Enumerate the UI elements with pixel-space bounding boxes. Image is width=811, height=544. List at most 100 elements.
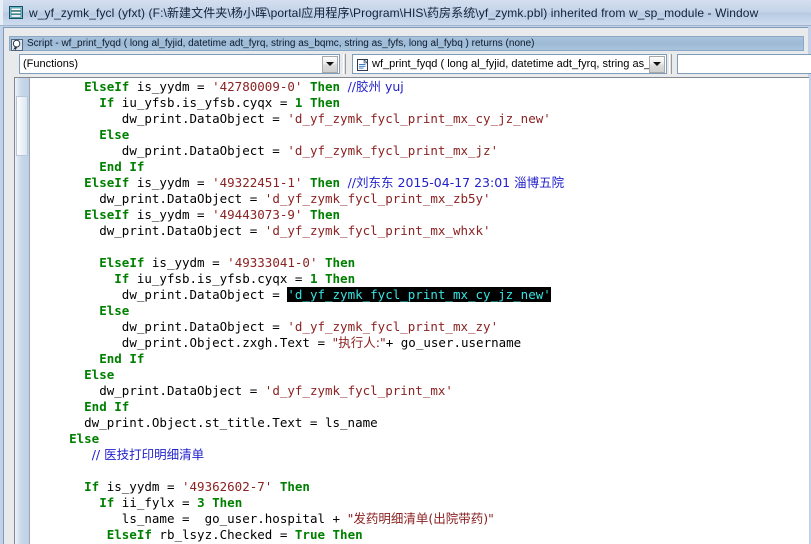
code-token: is_yydm =	[136, 207, 213, 222]
code-token: dw_print.Object.zxgh.Text =	[121, 335, 333, 350]
code-token: Then	[309, 207, 341, 222]
code-token: '49333041-0'	[227, 255, 318, 270]
code-line: ElseIf is_yydm = '49443073-9' Then	[31, 207, 809, 223]
code-line: dw_print.DataObject = 'd_yf_zymk_fycl_pr…	[31, 223, 809, 239]
extra-select[interactable]	[677, 54, 811, 74]
window-title: w_yf_zymk_fycl (yfxt) (F:\新建文件夹\杨小晖\port…	[29, 6, 759, 20]
function-select-value: wf_print_fyqd ( long al_fyjid, datetime …	[372, 58, 649, 70]
code-token: Else	[99, 303, 130, 318]
code-token: Then	[309, 175, 341, 190]
code-token: ls_name = go_user.hospital +	[121, 511, 348, 526]
code-vertical-scrollbar[interactable]	[15, 78, 30, 544]
code-token: 'd_yf_zymk_fycl_print_mx_whxk'	[264, 223, 491, 238]
window-titlebar: w_yf_zymk_fycl (yfxt) (F:\新建文件夹\杨小晖\port…	[0, 0, 811, 26]
code-editor[interactable]: ElseIf is_yydm = '42780009-0' Then //胶州 …	[14, 77, 809, 544]
code-token: '49322451-1'	[212, 175, 303, 190]
code-token: dw_print.DataObject =	[121, 319, 288, 334]
object-select-value: (Functions)	[23, 58, 79, 70]
toolbar-divider-1	[343, 54, 346, 74]
code-token: If	[84, 479, 107, 494]
code-token: ElseIf	[99, 255, 152, 270]
code-surface[interactable]: ElseIf is_yydm = '42780009-0' Then //胶州 …	[31, 78, 809, 544]
code-line: If ii_fylx = 3 Then	[31, 495, 809, 511]
code-token: "发药明细清单(出院带药)"	[347, 511, 494, 526]
code-token: Then	[309, 79, 341, 94]
code-token: iu_yfsb.is_yfsb.cyqx =	[136, 271, 310, 286]
code-line: // 医技打印明细清单	[31, 447, 809, 463]
code-token: 'd_yf_zymk_fycl_print_mx_cy_jz_new'	[287, 111, 551, 126]
code-token: End If	[99, 351, 145, 366]
code-token: If	[99, 495, 122, 510]
code-token: is_yydm =	[151, 255, 228, 270]
code-line: If iu_yfsb.is_yfsb.cyqx = 1 Then	[31, 95, 809, 111]
code-token: 'd_yf_zymk_fycl_print_mx'	[264, 383, 453, 398]
code-token: 'd_yf_zymk_fycl_print_mx_zy'	[287, 319, 499, 334]
code-token: Then	[279, 479, 310, 494]
code-line: ElseIf is_yydm = '49333041-0' Then	[31, 255, 809, 271]
code-line: dw_print.Object.st_title.Text = ls_name	[31, 415, 809, 431]
code-token: ElseIf	[84, 79, 137, 94]
chevron-down-icon[interactable]	[649, 55, 665, 73]
code-token: Else	[84, 367, 115, 382]
code-token: 'd_yf_zymk_fycl_print_mx_cy_jz_new'	[287, 287, 551, 302]
code-line: dw_print.Object.zxgh.Text = "执行人:"+ go_u…	[31, 335, 809, 351]
code-token: ElseIf	[106, 527, 160, 542]
code-token: If	[114, 271, 137, 286]
code-text[interactable]: ElseIf is_yydm = '42780009-0' Then //胶州 …	[31, 79, 809, 544]
code-token: dw_print.DataObject =	[99, 191, 265, 206]
code-token: End If	[84, 399, 130, 414]
code-token: '42780009-0'	[212, 79, 303, 94]
code-line: ElseIf rb_lsyz.Checked = True Then	[31, 527, 809, 543]
code-line: Else	[31, 303, 809, 319]
code-token: Else	[69, 431, 100, 446]
code-token: "执行人:"	[332, 335, 386, 350]
code-token: Then	[309, 95, 341, 110]
code-line: Else	[31, 367, 809, 383]
toolbar-divider-2	[669, 54, 672, 74]
script-toolbar: (Functions) wf_print_fyqd ( long al_fyji…	[9, 54, 811, 74]
code-token: '49443073-9'	[212, 207, 303, 222]
code-token: //胶州 yuj	[347, 79, 404, 94]
code-line: End If	[31, 399, 809, 415]
code-line: Else	[31, 431, 809, 447]
code-token: ElseIf	[84, 207, 137, 222]
code-line: dw_print.DataObject = 'd_yf_zymk_fycl_pr…	[31, 383, 809, 399]
code-token: dw_print.DataObject =	[99, 383, 265, 398]
code-token: rb_lsyz.Checked =	[159, 527, 295, 542]
code-token: + go_user.username	[385, 335, 522, 350]
code-token: dw_print.DataObject =	[121, 143, 288, 158]
script-title-text: Script - wf_print_fyqd ( long al_fyjid, …	[27, 38, 535, 49]
powerbuilder-window-icon	[9, 6, 23, 19]
code-line: dw_print.DataObject = 'd_yf_zymk_fycl_pr…	[31, 319, 809, 335]
code-token: // 医技打印明细清单	[91, 447, 205, 462]
function-select[interactable]: wf_print_fyqd ( long al_fyjid, datetime …	[352, 54, 667, 74]
code-line: dw_print.DataObject = 'd_yf_zymk_fycl_pr…	[31, 143, 809, 159]
code-token: 3	[197, 495, 205, 510]
code-line: End If	[31, 351, 809, 367]
code-token: dw_print.DataObject =	[121, 287, 288, 302]
scrollbar-thumb[interactable]	[16, 96, 28, 156]
code-line: End If	[31, 159, 809, 175]
code-token: True	[294, 527, 325, 542]
code-token: dw_print.DataObject =	[121, 111, 288, 126]
code-token: //刘东东 2015-04-17 23:01 淄博五院	[347, 175, 565, 190]
code-token: is_yydm =	[106, 479, 182, 494]
code-token: Then	[325, 255, 356, 270]
code-token: ElseIf	[84, 175, 137, 190]
chevron-down-icon[interactable]	[322, 55, 338, 73]
object-select[interactable]: (Functions)	[19, 54, 340, 74]
code-token: 'd_yf_zymk_fycl_print_mx_zb5y'	[264, 191, 491, 206]
code-line: ElseIf is_yydm = '42780009-0' Then //胶州 …	[31, 79, 809, 95]
